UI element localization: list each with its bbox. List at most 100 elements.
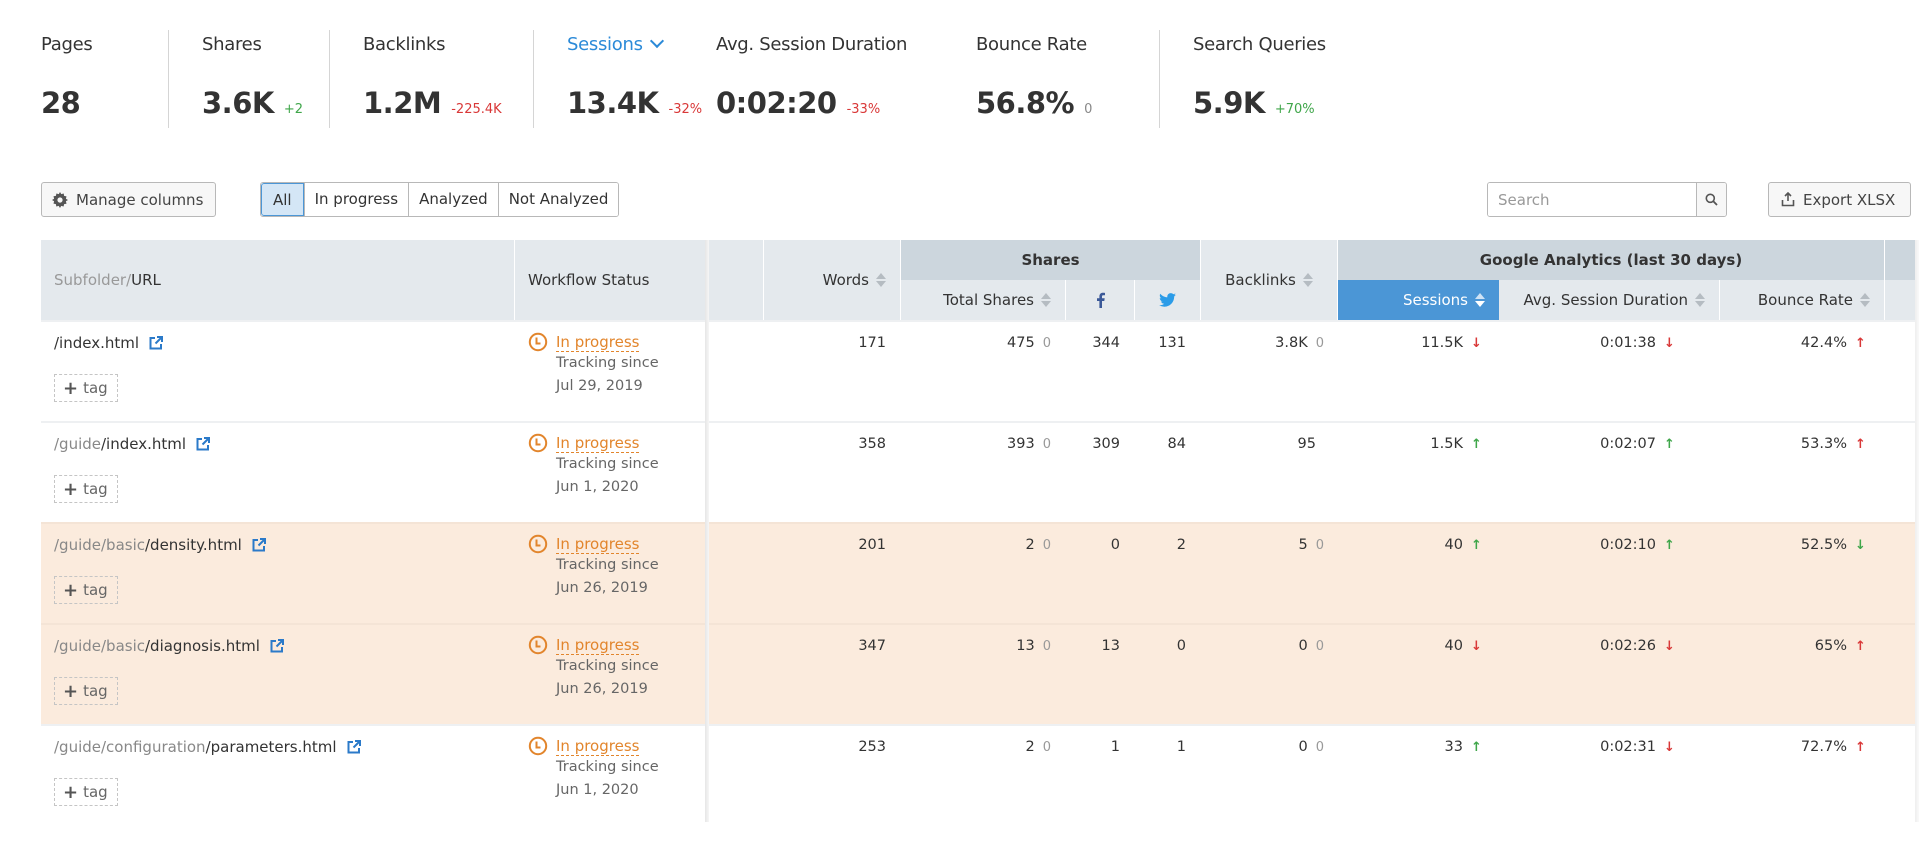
words-value: 201 <box>858 537 886 553</box>
metric-label: Search Queries <box>1193 34 1326 55</box>
sort-icon[interactable] <box>1695 292 1705 308</box>
filter-analyzed[interactable]: Analyzed <box>408 183 498 216</box>
manage-columns-label: Manage columns <box>76 190 204 209</box>
external-link-icon[interactable] <box>252 538 266 552</box>
add-tag-button[interactable]: + tag <box>54 576 118 604</box>
twitter-icon <box>1159 293 1176 307</box>
url-page: /diagnosis.html <box>145 637 260 655</box>
gear-icon <box>52 191 68 208</box>
workflow-status-cell: In progress Tracking since Jun 26, 2019 <box>528 534 659 600</box>
header-bounce-rate[interactable]: Bounce Rate <box>1720 280 1884 320</box>
total-shares-cell: 20 <box>901 537 1051 553</box>
header-total-shares[interactable]: Total Shares <box>901 280 1065 320</box>
sort-icon[interactable] <box>1860 292 1870 308</box>
twitter-shares-cell: 0 <box>1135 638 1186 654</box>
url-cell: /guide/index.html <box>54 435 211 453</box>
plus-icon: + <box>63 478 79 500</box>
header-sessions[interactable]: Sessions <box>1338 280 1499 320</box>
header-avg-session-duration[interactable]: Avg. Session Duration <box>1500 280 1719 320</box>
status-label[interactable]: In progress <box>556 535 640 554</box>
table-body: /index.html + tag In progress Tracking si… <box>41 320 1915 825</box>
metric-delta: -225.4K <box>451 102 502 117</box>
sort-icon[interactable] <box>1041 292 1051 308</box>
facebook-value: 1 <box>1110 739 1120 755</box>
status-label[interactable]: In progress <box>556 636 640 655</box>
metric-label-dropdown[interactable]: Sessions <box>567 30 684 60</box>
backlinks-value: 3.8K <box>1275 335 1308 351</box>
metric-backlinks[interactable]: Backlinks 1.2M -225.4K <box>330 30 534 130</box>
status-label[interactable]: In progress <box>556 333 640 352</box>
plus-icon: + <box>63 579 79 601</box>
tracking-since-label: Tracking since <box>556 355 659 371</box>
sort-icon[interactable] <box>876 272 886 288</box>
filter-all[interactable]: All <box>261 183 304 216</box>
asd-value: 0:01:38 <box>1600 335 1656 351</box>
backlinks-value: 5 <box>1298 537 1308 553</box>
metric-search-queries[interactable]: Search Queries 5.9K +70% <box>1160 30 1360 130</box>
page-url-link[interactable]: /index.html <box>54 334 139 352</box>
facebook-shares-cell: 0 <box>1066 537 1120 553</box>
metric-sessions[interactable]: Sessions 13.4K -32% <box>534 30 716 130</box>
arrow-down-icon: ↓ <box>1664 740 1675 755</box>
search-button[interactable] <box>1696 183 1726 216</box>
twitter-value: 1 <box>1176 739 1186 755</box>
add-tag-button[interactable]: + tag <box>54 677 118 705</box>
tracking-date: Jul 29, 2019 <box>556 378 643 394</box>
manage-columns-button[interactable]: Manage columns <box>41 182 216 217</box>
export-xlsx-button[interactable]: Export XLSX <box>1768 182 1911 217</box>
table-row: /index.html + tag In progress Tracking si… <box>41 320 1915 421</box>
filter-not-analyzed[interactable]: Not Analyzed <box>497 183 619 216</box>
facebook-value: 13 <box>1101 638 1120 654</box>
asd-value: 0:02:26 <box>1600 638 1656 654</box>
clock-icon <box>528 433 548 453</box>
chevron-down-icon[interactable] <box>649 33 664 49</box>
url-subfolder: /guide/configuration <box>54 738 206 756</box>
backlinks-cell: 95 <box>1201 436 1324 452</box>
sessions-cell: 40 ↓ <box>1338 638 1498 654</box>
facebook-value: 344 <box>1092 335 1120 351</box>
add-tag-button[interactable]: + tag <box>54 475 118 503</box>
sessions-cell: 40 ↑ <box>1338 537 1498 553</box>
header-words[interactable]: Words <box>763 240 900 320</box>
header-backlinks-label: Backlinks <box>1225 271 1296 289</box>
search-input[interactable] <box>1488 183 1696 216</box>
twitter-value: 2 <box>1176 537 1186 553</box>
header-url: Subfolder/URL <box>54 240 161 320</box>
page-url-link[interactable]: /guide/configuration/parameters.html <box>54 738 337 756</box>
page-url-link[interactable]: /guide/basic/diagnosis.html <box>54 637 260 655</box>
metric-avg-session-duration[interactable]: Avg. Session Duration 0:02:20 -33% <box>716 30 976 130</box>
metric-shares[interactable]: Shares 3.6K +2 <box>169 30 330 130</box>
external-link-icon[interactable] <box>347 740 361 754</box>
status-label[interactable]: In progress <box>556 434 640 453</box>
status-label[interactable]: In progress <box>556 737 640 756</box>
url-cell: /guide/basic/diagnosis.html <box>54 637 284 655</box>
sort-icon[interactable] <box>1302 272 1313 288</box>
add-tag-label: tag <box>83 783 108 801</box>
page-url-link[interactable]: /guide/basic/density.html <box>54 536 242 554</box>
tracking-since-label: Tracking since <box>556 557 659 573</box>
filter-in-progress[interactable]: In progress <box>303 183 409 216</box>
metric-delta: +2 <box>283 102 304 117</box>
words-cell: 201 <box>763 537 886 553</box>
sort-icon[interactable] <box>1475 292 1485 308</box>
avg-session-duration-cell: 0:01:38 ↓ <box>1500 335 1720 351</box>
clock-icon <box>528 736 548 756</box>
sessions-value: 33 <box>1444 739 1463 755</box>
header-backlinks[interactable]: Backlinks <box>1201 240 1337 320</box>
page-url-link[interactable]: /guide/index.html <box>54 435 186 453</box>
arrow-down-icon: ↓ <box>1664 639 1675 654</box>
arrow-up-icon: ↑ <box>1664 437 1675 452</box>
external-link-icon[interactable] <box>270 639 284 653</box>
add-tag-button[interactable]: + tag <box>54 374 118 402</box>
tracking-since-label: Tracking since <box>556 759 659 775</box>
header-workflow-status: Workflow Status <box>528 271 650 289</box>
words-value: 358 <box>858 436 886 452</box>
add-tag-button[interactable]: + tag <box>54 778 118 806</box>
table-row: /guide/basic/density.html + tag In progre… <box>41 522 1915 623</box>
clock-icon <box>528 332 548 352</box>
metric-pages[interactable]: Pages 28 <box>41 30 169 130</box>
url-page: /index.html <box>101 435 187 453</box>
metric-bounce-rate[interactable]: Bounce Rate 56.8% 0 <box>976 30 1160 130</box>
external-link-icon[interactable] <box>149 336 164 350</box>
external-link-icon[interactable] <box>196 437 211 451</box>
